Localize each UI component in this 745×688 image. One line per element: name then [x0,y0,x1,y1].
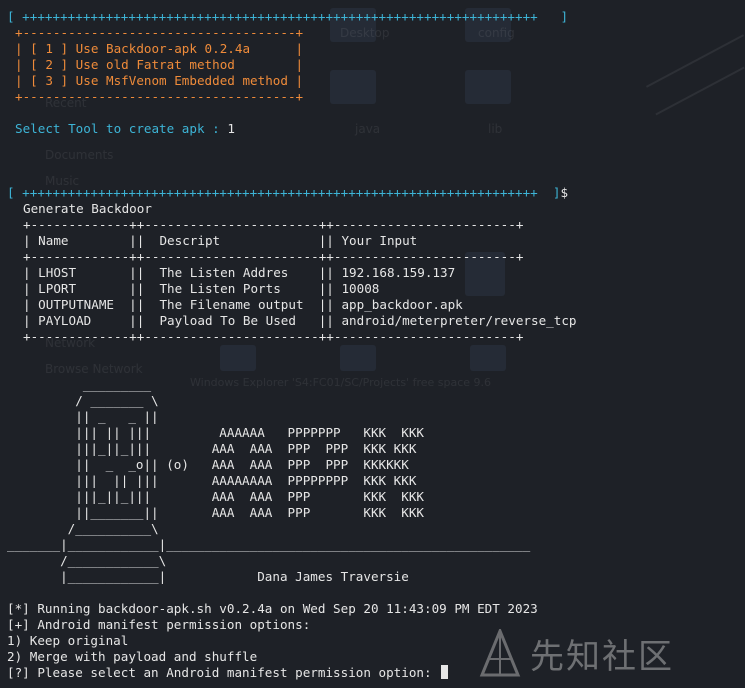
terminal-cursor[interactable] [441,665,449,679]
status-running-line: [*] Running backdoor-apk.sh v0.2.4a on W… [7,601,538,616]
menu-option-1: | [ 1 ] Use Backdoor-apk 0.2.4a | [15,41,304,56]
manifest-option-1: 1) Keep original [7,633,129,648]
table-border-bottom: +-------------++-----------------------+… [23,329,524,344]
ascii-art-credit-line: |____________| Dana James Traversie [7,569,409,584]
backdoor-banner: [ ++++++++++++++++++++++++++++++++++++++… [7,185,568,201]
table-row-payload: | PAYLOAD || Payload To Be Used || andro… [23,313,577,328]
table-row-lport: | LPORT || The Listen Ports || 10008 [23,281,380,296]
ascii-art-line: /__________\ [7,521,159,536]
backdoor-banner-text: [ ++++++++++++++++++++++++++++++++++++++… [7,185,561,200]
generate-backdoor-heading: Generate Backdoor [23,201,152,216]
table-row-outputname: | OUTPUTNAME || The Filename output || a… [23,297,463,312]
ascii-art-line: / _______ \ [7,393,159,408]
menu-box-border-top: +------------------------------------+ [15,25,304,40]
table-header-row: | Name || Descript || Your Input [23,233,418,248]
table-border-mid: +-------------++-----------------------+… [23,249,524,264]
ascii-art-line: || _ _o|| (o) AAA AAA PPP PPP KKKKKK [7,457,409,472]
ascii-art-line: || _ _ || [7,409,159,424]
terminal-output: [ ++++++++++++++++++++++++++++++++++++++… [0,0,745,688]
watermark-text: 先知社区 [530,636,674,677]
ascii-art-line: |||_||_||| AAA AAA PPP PPP KKK KKK [7,441,417,456]
menu-option-3: | [ 3 ] Use MsfVenom Embedded method | [15,73,304,88]
ascii-art-line: ||| || ||| AAAAAA PPPPPPP KKK KKK [7,425,425,440]
menu-banner-top: [ ++++++++++++++++++++++++++++++++++++++… [7,9,569,24]
ascii-art-line: |||_||_||| AAA AAA PPP KKK KKK [7,489,425,504]
manifest-options-heading: [+] Android manifest permission options: [7,617,311,632]
select-tool-prompt: Select Tool to create apk : 1 [15,121,235,137]
manifest-select-prompt[interactable]: [?] Please select an Android manifest pe… [7,665,449,681]
watermark: 先知社区 [478,628,738,678]
shell-prompt-symbol: $ [560,185,569,200]
ascii-art-line: _______|____________|___________________… [7,537,531,552]
manifest-option-2: 2) Merge with payload and shuffle [7,649,258,664]
ascii-art-line: ||| || ||| AAAAAAAA PPPPPPPP KKK KKK [7,473,417,488]
watermark-logo-icon [479,629,521,677]
manifest-select-prompt-text: [?] Please select an Android manifest pe… [7,665,440,680]
table-row-lhost: | LHOST || The Listen Addres || 192.168.… [23,265,456,280]
select-tool-label: Select Tool to create apk : [15,121,228,136]
select-tool-input: 1 [227,121,235,136]
ascii-art-line: /____________\ [7,553,167,568]
ascii-art-line: _________ [7,377,152,392]
ascii-art-line: ||_______|| AAA AAA PPP KKK KKK [7,505,425,520]
menu-option-2: | [ 2 ] Use old Fatrat method | [15,57,304,72]
table-border-top: +-------------++-----------------------+… [23,217,524,232]
menu-box-border-bottom: +------------------------------------+ [15,89,304,104]
